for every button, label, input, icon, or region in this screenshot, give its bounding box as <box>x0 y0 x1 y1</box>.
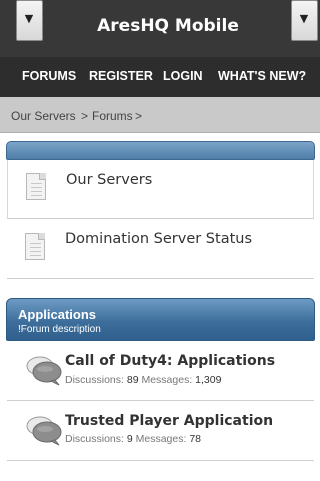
node-title[interactable]: Our Servers <box>66 172 152 188</box>
messages-label: Messages: <box>135 433 187 445</box>
breadcrumb-separator: > <box>135 109 143 123</box>
forum-title[interactable]: Call of Duty4: Applications <box>65 353 275 369</box>
messages-count: 78 <box>189 433 202 445</box>
discussions-label: Discussions: <box>65 433 124 445</box>
forum-call-of-duty4-applications[interactable]: Call of Duty4: Applications Discussions:… <box>7 342 314 401</box>
nav-forums[interactable]: FORUMS <box>22 69 76 83</box>
speech-bubbles-icon <box>26 416 62 446</box>
discussions-label: Discussions: <box>65 374 124 386</box>
nav-login[interactable]: LOGIN <box>163 69 203 83</box>
breadcrumb-our-servers[interactable]: Our Servers <box>11 109 76 123</box>
main-nav: FORUMS REGISTER LOGIN WHAT'S NEW? <box>0 57 320 97</box>
app-header: ▼ AresHQ Mobile ▼ <box>0 0 320 57</box>
discussions-count: 9 <box>126 433 133 445</box>
speech-bubbles-icon <box>26 356 62 386</box>
section-header <box>6 141 315 160</box>
forum-stats: Discussions: 89 Messages: 1,309 <box>65 374 221 386</box>
chevron-down-icon: ▼ <box>299 12 309 25</box>
document-icon <box>25 233 45 260</box>
forum-stats: Discussions: 9 Messages: 78 <box>65 433 201 445</box>
forum-title[interactable]: Trusted Player Application <box>65 413 273 429</box>
node-domination-server-status[interactable]: Domination Server Status <box>7 219 314 279</box>
section-title[interactable]: Applications <box>18 307 96 322</box>
breadcrumb-separator: > <box>81 109 89 123</box>
document-icon <box>26 173 46 200</box>
breadcrumb: Our Servers > Forums > <box>0 97 320 133</box>
section-description: !Forum description <box>18 324 101 335</box>
right-menu-dropdown[interactable]: ▼ <box>291 0 318 41</box>
section-header-applications[interactable]: Applications !Forum description <box>6 298 315 341</box>
discussions-count: 89 <box>126 374 139 386</box>
forum-trusted-player-application[interactable]: Trusted Player Application Discussions: … <box>7 401 314 461</box>
breadcrumb-forums[interactable]: Forums <box>92 109 133 123</box>
nav-whats-new[interactable]: WHAT'S NEW? <box>218 69 306 83</box>
nav-register[interactable]: REGISTER <box>89 69 153 83</box>
node-our-servers[interactable]: Our Servers <box>7 160 314 219</box>
left-menu-dropdown[interactable]: ▼ <box>16 0 43 41</box>
node-title[interactable]: Domination Server Status <box>65 231 252 247</box>
messages-count: 1,309 <box>195 374 222 386</box>
chevron-down-icon: ▼ <box>24 12 34 25</box>
app-title: AresHQ Mobile <box>97 16 239 36</box>
messages-label: Messages: <box>141 374 193 386</box>
